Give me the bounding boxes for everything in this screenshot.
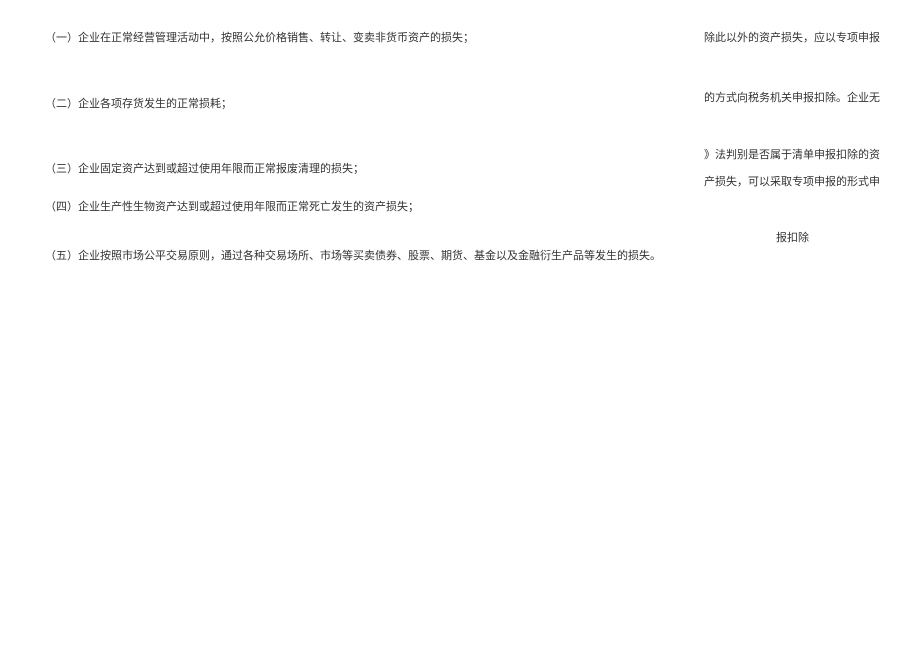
list-item-1: （一）企业在正常经营管理活动中，按照公允价格销售、转让、变卖非货币资产的损失；	[45, 30, 685, 48]
right-text-line-2: 的方式向税务机关申报扣除。企业无	[704, 90, 880, 108]
list-item-2: （二）企业各项存货发生的正常损耗；	[45, 96, 685, 114]
list-item-3: （三）企业固定资产达到或超过使用年限而正常报废清理的损失；	[45, 161, 685, 179]
right-text-line-1: 除此以外的资产损失，应以专项申报	[704, 30, 880, 48]
list-item-5: （五）企业按照市场公平交易原则，通过各种交易场所、市场等买卖债券、股票、期货、基…	[45, 248, 685, 266]
right-text-line-4: 产损失，可以采取专项申报的形式申	[704, 174, 880, 192]
right-text-line-5: 报扣除	[705, 230, 880, 248]
left-list: （一）企业在正常经营管理活动中，按照公允价格销售、转让、变卖非货币资产的损失； …	[45, 30, 685, 292]
right-text-line-3: 》法判别是否属于清单申报扣除的资	[704, 147, 880, 165]
list-item-4: （四）企业生产性生物资产达到或超过使用年限而正常死亡发生的资产损失；	[45, 199, 685, 217]
